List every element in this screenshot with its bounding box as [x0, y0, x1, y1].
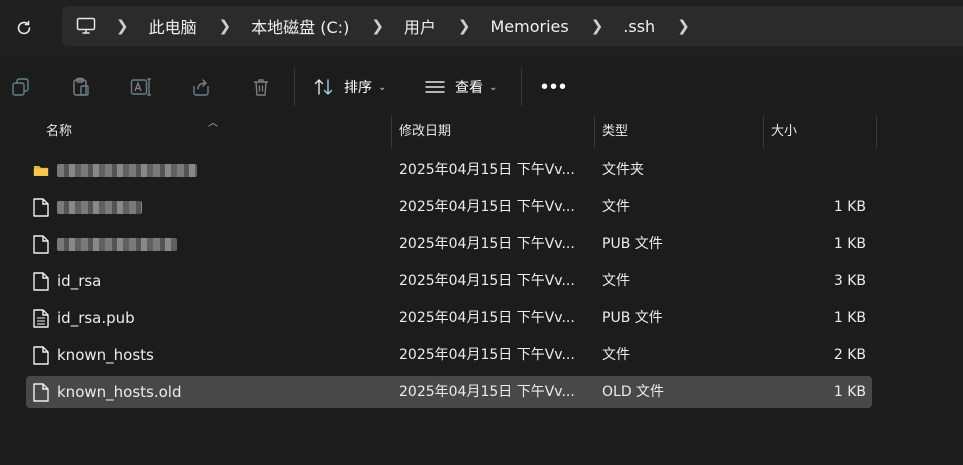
column-divider[interactable]: [876, 116, 877, 148]
trash-icon: [254, 79, 268, 96]
column-date[interactable]: 修改日期: [399, 116, 451, 148]
file-type: OLD 文件: [602, 384, 665, 400]
copy-button[interactable]: [10, 76, 32, 98]
file-name: id_rsa: [57, 272, 102, 290]
file-row[interactable]: known_hosts 2025年04月15日 下午Vv... 文件 2 KB: [26, 339, 872, 371]
file-type: 文件: [602, 199, 630, 215]
file-date: 2025年04月15日 下午Vv...: [399, 384, 575, 400]
file-name: known_hosts.old: [57, 383, 182, 401]
refresh-icon: [17, 20, 31, 35]
column-divider[interactable]: [391, 116, 392, 148]
file-date: 2025年04月15日 下午Vv...: [399, 199, 575, 215]
file-icon: [33, 198, 49, 217]
file-date: 2025年04月15日 下午Vv...: [399, 236, 575, 252]
breadcrumb-ssh[interactable]: .ssh: [623, 17, 655, 36]
toolbar-divider: [521, 68, 522, 106]
copy-icon: [12, 78, 29, 96]
rename-button[interactable]: [130, 76, 152, 98]
file-date: 2025年04月15日 下午Vv...: [399, 347, 575, 363]
folder-icon: [33, 166, 49, 176]
breadcrumb-this-pc[interactable]: 此电脑: [149, 14, 197, 38]
file-icon: [33, 346, 49, 365]
this-pc-icon[interactable]: [76, 15, 98, 37]
chevron-right-icon[interactable]: ❯: [116, 17, 129, 35]
text-file-icon: [33, 309, 49, 328]
refresh-button[interactable]: [10, 14, 38, 42]
breadcrumb-memories[interactable]: Memories: [490, 17, 568, 36]
file-name: id_rsa.pub: [57, 309, 135, 327]
file-size: 1 KB: [833, 199, 866, 215]
file-size: 2 KB: [833, 347, 866, 363]
breadcrumb-local-disk[interactable]: 本地磁盘 (C:): [251, 14, 349, 38]
redacted-name: [57, 164, 197, 177]
view-button[interactable]: 查看 ⌄: [425, 72, 497, 102]
chevron-right-icon[interactable]: ❯: [458, 17, 471, 35]
file-row[interactable]: 2025年04月15日 下午Vv... 文件夹: [26, 154, 872, 186]
paste-icon: [73, 77, 89, 96]
file-date: 2025年04月15日 下午Vv...: [399, 162, 575, 178]
chevron-right-icon[interactable]: ❯: [677, 17, 690, 35]
file-size: 3 KB: [833, 273, 866, 289]
file-date: 2025年04月15日 下午Vv...: [399, 310, 575, 326]
file-row[interactable]: 2025年04月15日 下午Vv... 文件 1 KB: [26, 191, 872, 223]
more-options-button[interactable]: •••: [541, 76, 568, 99]
file-size: 1 KB: [833, 384, 866, 400]
file-size: 1 KB: [833, 236, 866, 252]
file-name: known_hosts: [57, 346, 154, 364]
column-divider[interactable]: [594, 116, 595, 148]
navigation-bar: ❯ 此电脑 ❯ 本地磁盘 (C:) ❯ 用户 ❯ Memories ❯ .ssh…: [0, 0, 963, 56]
file-row[interactable]: id_rsa 2025年04月15日 下午Vv... 文件 3 KB: [26, 265, 872, 297]
column-type[interactable]: 类型: [602, 116, 628, 148]
chevron-right-icon[interactable]: ❯: [371, 17, 384, 35]
command-bar: 排序 ⌄ 查看 ⌄: [0, 58, 963, 116]
paste-button[interactable]: [70, 76, 92, 98]
view-label: 查看: [455, 80, 483, 96]
address-bar[interactable]: ❯ 此电脑 ❯ 本地磁盘 (C:) ❯ 用户 ❯ Memories ❯ .ssh…: [62, 6, 963, 46]
sort-label: 排序: [344, 80, 372, 96]
column-header: ︿ 名称 修改日期 类型 大小: [0, 116, 963, 148]
file-type: 文件: [602, 347, 630, 363]
file-icon: [33, 383, 49, 402]
file-row[interactable]: 2025年04月15日 下午Vv... PUB 文件 1 KB: [26, 228, 872, 260]
sort-button[interactable]: 排序 ⌄: [314, 72, 386, 102]
sort-ascending-icon: ︿: [208, 118, 218, 129]
column-name[interactable]: 名称: [46, 116, 72, 148]
redacted-name: [57, 238, 177, 251]
toolbar-divider: [294, 68, 295, 106]
column-divider[interactable]: [763, 116, 764, 148]
rename-icon: [130, 78, 151, 96]
file-row[interactable]: id_rsa.pub 2025年04月15日 下午Vv... PUB 文件 1 …: [26, 302, 872, 334]
share-button[interactable]: [190, 76, 212, 98]
column-size[interactable]: 大小: [771, 116, 797, 148]
share-icon: [193, 79, 209, 96]
file-size: [786, 154, 866, 186]
redacted-name: [57, 201, 142, 214]
chevron-down-icon: ⌄: [489, 81, 498, 93]
file-row-selected[interactable]: known_hosts.old 2025年04月15日 下午Vv... OLD …: [26, 376, 872, 408]
file-type: PUB 文件: [602, 310, 663, 326]
sort-icon: [314, 79, 333, 95]
file-type: PUB 文件: [602, 236, 663, 252]
chevron-right-icon[interactable]: ❯: [591, 17, 604, 35]
file-icon: [33, 272, 49, 291]
file-size: 1 KB: [833, 310, 866, 326]
delete-button[interactable]: [250, 76, 272, 98]
list-view-icon: [425, 81, 445, 93]
breadcrumb-users[interactable]: 用户: [404, 14, 436, 38]
chevron-right-icon[interactable]: ❯: [219, 17, 232, 35]
file-date: 2025年04月15日 下午Vv...: [399, 273, 575, 289]
chevron-down-icon: ⌄: [378, 81, 387, 93]
file-type: 文件: [602, 273, 630, 289]
file-type: 文件夹: [602, 162, 644, 178]
file-icon: [33, 235, 49, 254]
